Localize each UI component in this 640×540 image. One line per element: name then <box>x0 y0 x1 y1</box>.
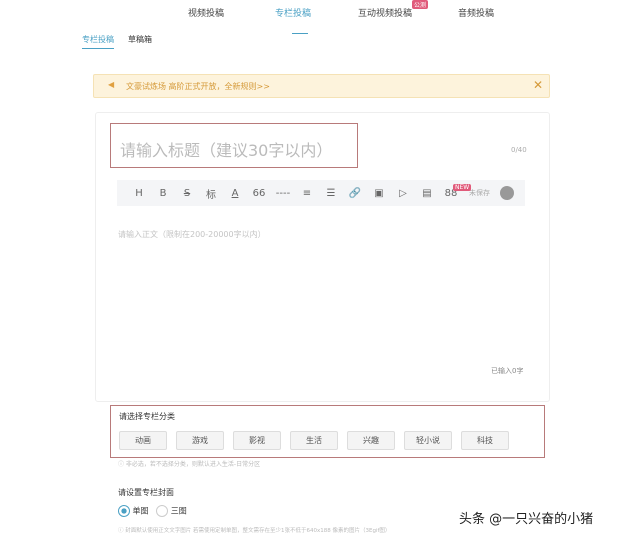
save-icon[interactable] <box>500 186 514 200</box>
more-button[interactable]: 88 NEW <box>439 183 472 199</box>
radio-triple[interactable] <box>156 505 169 517</box>
close-icon[interactable]: ✕ <box>533 78 543 92</box>
nav-label: 互动视频投稿 <box>358 9 413 19</box>
nav-audio[interactable]: 音频投稿 <box>458 6 494 19</box>
heading-button[interactable]: H <box>127 188 151 199</box>
radio-single-label[interactable]: 单图 <box>133 507 149 516</box>
cover-label: 请设置专栏封面 <box>118 488 174 497</box>
nav-video[interactable]: 视频投稿 <box>188 6 224 19</box>
watermark: 头条 @一只兴奋的小猪 <box>459 512 594 527</box>
category-anime[interactable]: 动画 <box>119 431 167 450</box>
announcement-banner: ◀ 文豪试炼场 高阶正式开放，全新规则>> ✕ <box>93 74 550 98</box>
speaker-icon: ◀ <box>108 80 115 89</box>
new-badge: NEW <box>453 183 472 191</box>
category-interest[interactable]: 兴趣 <box>347 431 395 450</box>
body-input[interactable]: 请输入正文（限制在200-20000字以内） <box>118 229 266 240</box>
category-life[interactable]: 生活 <box>290 431 338 450</box>
hint-text: 非必选，若不选择分类，则默认进入生活-日常分区 <box>125 461 261 468</box>
nav-active-indicator <box>292 33 308 34</box>
image-icon[interactable]: ▣ <box>367 188 391 199</box>
align-button[interactable]: ≡ <box>295 188 319 199</box>
title-style-button[interactable]: 标 <box>199 186 223 201</box>
subtab-column[interactable]: 专栏投稿 <box>82 34 114 49</box>
font-color-button[interactable]: A <box>223 188 247 199</box>
save-status: 未保存 <box>469 189 490 197</box>
category-film[interactable]: 影视 <box>233 431 281 450</box>
divider-button[interactable]: ---- <box>271 188 295 199</box>
category-hint: ⓘ 非必选，若不选择分类，则默认进入生活-日常分区 <box>118 461 261 468</box>
beta-badge: 公测 <box>412 0 429 9</box>
bold-button[interactable]: B <box>151 188 175 199</box>
link-icon[interactable]: 🔗 <box>343 188 367 199</box>
radio-triple-label[interactable]: 三图 <box>171 507 187 516</box>
cover-note: ⓘ 封面默认使用正文文字图片 若需使用定制单图，整文需存在至少1张不低于640x… <box>118 528 391 534</box>
nav-interactive-video[interactable]: 互动视频投稿 公测 <box>358 0 429 19</box>
video-icon[interactable]: ▷ <box>391 188 415 199</box>
category-light-novel[interactable]: 轻小说 <box>404 431 452 450</box>
banner-link[interactable]: 文豪试炼场 高阶正式开放，全新规则>> <box>126 81 270 92</box>
card-icon[interactable]: ▤ <box>415 188 439 199</box>
radio-single[interactable] <box>118 505 130 517</box>
category-label: 请选择专栏分类 <box>119 412 175 421</box>
editor-toolbar: H B S 标 A 66 ---- ≡ ☰ 🔗 ▣ ▷ ▤ 88 NEW 未保存 <box>117 180 525 206</box>
title-count: 0/40 <box>511 146 527 154</box>
list-button[interactable]: ☰ <box>319 188 343 199</box>
word-count: 已输入0字 <box>491 367 524 375</box>
category-tech[interactable]: 科技 <box>461 431 509 450</box>
subtab-drafts[interactable]: 草稿箱 <box>128 34 152 45</box>
title-input[interactable]: 请输入标题（建议30字以内） <box>110 123 358 168</box>
cover-options: 单图 三图 <box>118 505 187 517</box>
nav-column[interactable]: 专栏投稿 <box>275 6 311 19</box>
quote-button[interactable]: 66 <box>247 188 271 199</box>
category-section: 请选择专栏分类 动画 游戏 影视 生活 兴趣 轻小说 科技 <box>110 405 545 458</box>
note-text: 封面默认使用正文文字图片 若需使用定制单图，整文需存在至少1张不低于640x18… <box>125 528 391 534</box>
title-placeholder: 请输入标题（建议30字以内） <box>120 141 333 160</box>
category-game[interactable]: 游戏 <box>176 431 224 450</box>
strikethrough-button[interactable]: S <box>175 188 199 199</box>
